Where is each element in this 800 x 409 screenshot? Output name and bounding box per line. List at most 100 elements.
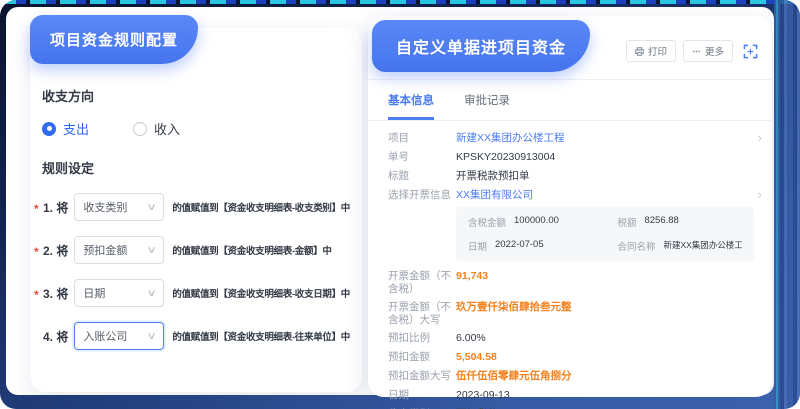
document-detail-panel: 自定义单据进项目资金 打印 更多 基本信息 审批记录 项目	[368, 16, 772, 397]
direction-label: 收支方向	[42, 86, 356, 105]
chevron-down-icon: ∨	[147, 288, 157, 299]
field-title: 标题 开票税款预扣单	[388, 169, 754, 183]
field-label: 日期	[388, 388, 456, 402]
rule-config-panel: 项目资金规则配置 收支方向 支出 收入 规则设定 * 1. 将 收支类别 ∨	[30, 28, 362, 392]
field-withhold-amount-caps: 预扣金额大写 伍仟伍佰零肆元伍角捌分	[388, 369, 754, 383]
expand-icon	[743, 44, 758, 59]
field-value: 伍仟伍佰零肆元伍角捌分	[456, 369, 572, 383]
required-asterisk: *	[34, 199, 43, 216]
left-panel-title: 项目资金规则配置	[30, 15, 198, 64]
rule-number: 1. 将	[43, 199, 68, 216]
radio-income-label: 收入	[154, 119, 180, 138]
rule-row-3: * 3. 将 日期 ∨ 的值赋值到【资金收支明细表-收支日期】中	[34, 279, 356, 307]
printer-icon	[635, 47, 644, 56]
print-button[interactable]: 打印	[626, 40, 676, 62]
rule-field-select-2[interactable]: 预扣金额 ∨	[74, 236, 164, 264]
rules-label: 规则设定	[42, 158, 356, 177]
chevron-down-icon: ∨	[147, 245, 157, 256]
field-label: 开票金额（不含税）	[388, 269, 456, 295]
field-value: 5,504.58	[456, 350, 497, 364]
field-value: KPSKY20230913004	[456, 150, 555, 164]
chevron-down-icon: ∨	[147, 202, 157, 213]
radio-income[interactable]: 收入	[133, 119, 180, 138]
rule-field-select-4[interactable]: 入账公司 ∨	[74, 322, 164, 350]
invoice-detail-box: 含税金额 100000.00 税额 8256.88 日期 2022-07-05 …	[456, 207, 754, 261]
rule-suffix: 的值赋值到【资金收支明细表-收支类别】中	[172, 200, 350, 214]
pair-value: 2022-07-05	[495, 239, 544, 253]
rule-suffix: 的值赋值到【资金收支明细表-收支日期】中	[172, 286, 350, 300]
pair-label: 合同名称	[617, 239, 655, 253]
right-accent-stripes	[774, 0, 800, 409]
direction-radio-group: 支出 收入	[42, 119, 356, 138]
invoice-contract: 合同名称 新建XX集团办公楼工程施工总承包合同	[617, 239, 742, 253]
pair-label: 含税金额	[468, 215, 506, 229]
radio-expense[interactable]: 支出	[42, 119, 89, 138]
right-panel-title: 自定义单据进项目资金	[372, 20, 590, 72]
invoice-company-link[interactable]: XX集团有限公司	[456, 188, 533, 202]
top-accent-line	[0, 0, 800, 4]
field-withhold-ratio: 预扣比例 6.00%	[388, 331, 754, 345]
field-value: 91,743	[456, 269, 488, 283]
field-project: 项目 新建XX集团办公楼工程 ›	[388, 131, 754, 145]
chevron-right-icon[interactable]: ›	[758, 131, 762, 144]
invoice-date: 日期 2022-07-05	[468, 239, 617, 253]
radio-selected-icon[interactable]	[42, 122, 56, 136]
field-label: 单号	[388, 150, 456, 164]
decorative-frame: 项目资金规则配置 收支方向 支出 收入 规则设定 * 1. 将 收支类别 ∨	[0, 0, 800, 409]
select-value: 收支类别	[83, 199, 127, 215]
rule-number: 4. 将	[43, 328, 68, 345]
tab-basic-info[interactable]: 基本信息	[388, 92, 434, 120]
field-net-amount-caps: 开票金额（不含税）大写 玖万壹仟柒佰肆拾叁元整	[388, 300, 754, 326]
field-doc-number: 单号 KPSKY20230913004	[388, 150, 754, 164]
rule-suffix: 的值赋值到【资金收支明细表-金额】中	[172, 243, 331, 257]
field-label: 预扣比例	[388, 331, 456, 345]
invoice-tax: 税额 8256.88	[617, 215, 742, 229]
field-date: 日期 2023-09-13	[388, 388, 754, 402]
rule-row-1: * 1. 将 收支类别 ∨ 的值赋值到【资金收支明细表-收支类别】中	[34, 193, 356, 221]
field-value: 开票税款预扣单	[456, 169, 530, 183]
invoice-tax-incl: 含税金额 100000.00	[468, 215, 617, 229]
rule-row-2: * 2. 将 预扣金额 ∨ 的值赋值到【资金收支明细表-金额】中	[34, 236, 356, 264]
field-label: 项目	[388, 131, 456, 145]
field-label: 标题	[388, 169, 456, 183]
asterisk-placeholder	[34, 335, 43, 338]
radio-expense-label: 支出	[63, 119, 89, 138]
more-button-label: 更多	[705, 44, 724, 58]
rule-row-4: 4. 将 入账公司 ∨ 的值赋值到【资金收支明细表-往来单位】中	[34, 322, 356, 350]
project-link[interactable]: 新建XX集团办公楼工程	[456, 131, 565, 145]
field-net-amount: 开票金额（不含税） 91,743	[388, 269, 754, 295]
rule-suffix: 的值赋值到【资金收支明细表-往来单位】中	[172, 329, 350, 343]
print-button-label: 打印	[648, 44, 667, 58]
select-value: 日期	[83, 285, 105, 301]
pair-label: 日期	[468, 239, 487, 253]
tab-bar: 基本信息 审批记录	[368, 80, 772, 121]
select-value: 入账公司	[83, 328, 127, 344]
field-value: 玖万壹仟柒佰肆拾叁元整	[456, 300, 572, 314]
pair-value: 100000.00	[514, 215, 559, 229]
field-withhold-amount: 预扣金额 5,504.58	[388, 350, 754, 364]
field-label: 选择开票信息	[388, 188, 456, 202]
tab-approval-record[interactable]: 审批记录	[464, 92, 510, 120]
field-value: 6.00%	[456, 331, 486, 345]
required-asterisk: *	[34, 242, 43, 259]
field-invoice-info: 选择开票信息 XX集团有限公司 ›	[388, 188, 754, 202]
rule-field-select-1[interactable]: 收支类别 ∨	[74, 193, 164, 221]
rule-number: 3. 将	[43, 285, 68, 302]
field-label: 预扣金额	[388, 350, 456, 364]
pair-value: 8256.88	[644, 215, 678, 229]
field-label: 预扣金额大写	[388, 369, 456, 383]
more-button[interactable]: 更多	[683, 40, 733, 62]
chevron-right-icon[interactable]: ›	[758, 188, 762, 201]
pair-label: 税额	[617, 215, 636, 229]
rule-field-select-3[interactable]: 日期 ∨	[74, 279, 164, 307]
toolbar: 打印 更多	[626, 40, 758, 62]
chevron-down-icon: ∨	[147, 331, 157, 342]
radio-unselected-icon[interactable]	[133, 122, 147, 136]
field-label: 开票金额（不含税）大写	[388, 300, 456, 326]
fullscreen-button[interactable]	[743, 44, 758, 59]
document-header: 自定义单据进项目资金 打印 更多	[368, 16, 772, 80]
pair-value: 新建XX集团办公楼工程施工总承包合同	[663, 239, 742, 253]
required-asterisk: *	[34, 285, 43, 302]
field-value: 2023-09-13	[456, 388, 510, 402]
ellipsis-icon	[692, 47, 701, 56]
